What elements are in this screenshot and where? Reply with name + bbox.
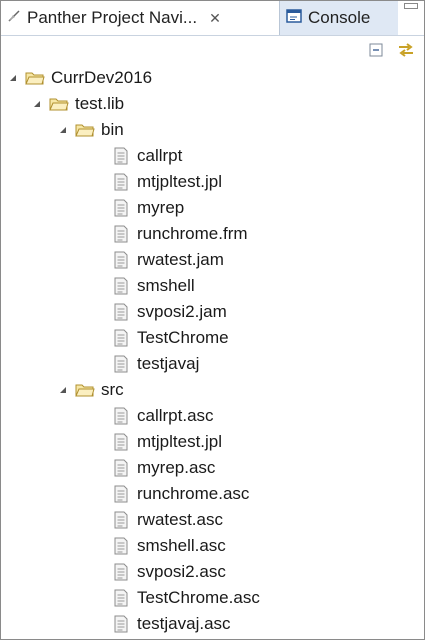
minimize-button[interactable]: [404, 3, 418, 9]
tree-file-label: runchrome.asc: [137, 484, 250, 503]
tree-file-item[interactable]: svposi2.jam: [1, 299, 424, 325]
tree-file-item[interactable]: mtjpltest.jpl: [1, 169, 424, 195]
expanded-arrow-icon[interactable]: [57, 124, 69, 136]
tree-file-item[interactable]: TestChrome.asc: [1, 585, 424, 611]
bin-file-list: callrpt mtjpltest.jpl myrep runchrome.frm rw…: [1, 143, 424, 377]
tree-file-item[interactable]: callrpt.asc: [1, 403, 424, 429]
tree-file-label: svposi2.jam: [137, 302, 227, 321]
tree-node-root[interactable]: CurrDev2016: [1, 65, 424, 91]
tree-node-test-lib[interactable]: test.lib: [1, 91, 424, 117]
tree-file-label: smshell.asc: [137, 536, 226, 555]
tree-node-label: test.lib: [75, 94, 125, 113]
file-icon: [113, 225, 129, 243]
file-icon: [113, 329, 129, 347]
tree-file-item[interactable]: myrep.asc: [1, 455, 424, 481]
tree-file-label: rwatest.jam: [137, 250, 224, 269]
tree-file-item[interactable]: testjavaj.asc: [1, 611, 424, 637]
file-icon: [113, 407, 129, 425]
tree-file-label: testjavaj: [137, 354, 200, 373]
file-icon: [113, 303, 129, 321]
file-icon: [113, 251, 129, 269]
tree-file-label: smshell: [137, 276, 195, 295]
file-icon: [113, 277, 129, 295]
navigator-icon: [7, 8, 21, 28]
tree-file-item[interactable]: svposi2.asc: [1, 559, 424, 585]
tree-file-label: callrpt: [137, 146, 183, 165]
tree-file-label: myrep.asc: [137, 458, 216, 477]
file-icon: [113, 615, 129, 633]
console-icon: [286, 8, 302, 28]
tab-panther-project-navigator[interactable]: Panther Project Navi... ✕: [1, 1, 279, 35]
tree-node-bin[interactable]: bin: [1, 117, 424, 143]
tree-file-item[interactable]: smshell.asc: [1, 533, 424, 559]
folder-icon: [75, 122, 95, 138]
expanded-arrow-icon[interactable]: [57, 384, 69, 396]
folder-icon: [49, 96, 69, 112]
tree-file-label: TestChrome: [137, 328, 229, 347]
src-file-list: callrpt.asc mtjpltest.jpl myrep.asc runchro…: [1, 403, 424, 637]
view-toolbar: [366, 41, 416, 63]
tree-file-label: callrpt.asc: [137, 406, 214, 425]
tree-file-label: mtjpltest.jpl: [137, 172, 223, 191]
tree-file-item[interactable]: callrpt: [1, 143, 424, 169]
file-icon: [113, 173, 129, 191]
file-icon: [113, 355, 129, 373]
close-tab-icon[interactable]: ✕: [209, 10, 221, 27]
file-icon: [113, 199, 129, 217]
tree-node-label: CurrDev2016: [51, 68, 153, 87]
collapse-all-icon: [368, 42, 384, 63]
navigator-panel: Panther Project Navi... ✕ Console CurrDe…: [0, 0, 425, 640]
file-icon: [113, 147, 129, 165]
project-tree: CurrDev2016 test.lib bin callrpt mtjplte…: [1, 65, 424, 637]
tree-file-item[interactable]: testjavaj: [1, 351, 424, 377]
tree-file-item[interactable]: TestChrome: [1, 325, 424, 351]
file-icon: [113, 459, 129, 477]
tree-node-label: bin: [101, 120, 124, 139]
expanded-arrow-icon[interactable]: [31, 98, 43, 110]
tree-file-item[interactable]: myrep: [1, 195, 424, 221]
folder-icon: [75, 382, 95, 398]
tree-file-label: myrep: [137, 198, 185, 217]
view-tab-bar: Panther Project Navi... ✕ Console: [1, 1, 424, 36]
tree-file-label: testjavaj.asc: [137, 614, 231, 633]
tree-file-label: mtjpltest.jpl: [137, 432, 223, 451]
link-with-editor-icon: [397, 42, 415, 63]
file-icon: [113, 563, 129, 581]
tree-file-item[interactable]: runchrome.asc: [1, 481, 424, 507]
tree-file-item[interactable]: runchrome.frm: [1, 221, 424, 247]
folder-icon: [25, 70, 45, 86]
collapse-all-button[interactable]: [366, 42, 386, 62]
tree-file-item[interactable]: rwatest.jam: [1, 247, 424, 273]
file-icon: [113, 511, 129, 529]
tree-file-item[interactable]: mtjpltest.jpl: [1, 429, 424, 455]
tree-file-item[interactable]: smshell: [1, 273, 424, 299]
link-with-editor-button[interactable]: [396, 42, 416, 62]
tree-file-label: rwatest.asc: [137, 510, 223, 529]
file-icon: [113, 433, 129, 451]
tab-label: Panther Project Navi...: [27, 8, 198, 27]
tree-file-label: TestChrome.asc: [137, 588, 260, 607]
tree-file-label: svposi2.asc: [137, 562, 226, 581]
tab-console[interactable]: Console: [279, 1, 398, 35]
file-icon: [113, 537, 129, 555]
tree-node-label: src: [101, 380, 124, 399]
expanded-arrow-icon[interactable]: [7, 72, 19, 84]
file-icon: [113, 485, 129, 503]
tree-file-label: runchrome.frm: [137, 224, 248, 243]
tree-node-src[interactable]: src: [1, 377, 424, 403]
tab-label: Console: [308, 8, 371, 27]
file-icon: [113, 589, 129, 607]
tree-file-item[interactable]: rwatest.asc: [1, 507, 424, 533]
